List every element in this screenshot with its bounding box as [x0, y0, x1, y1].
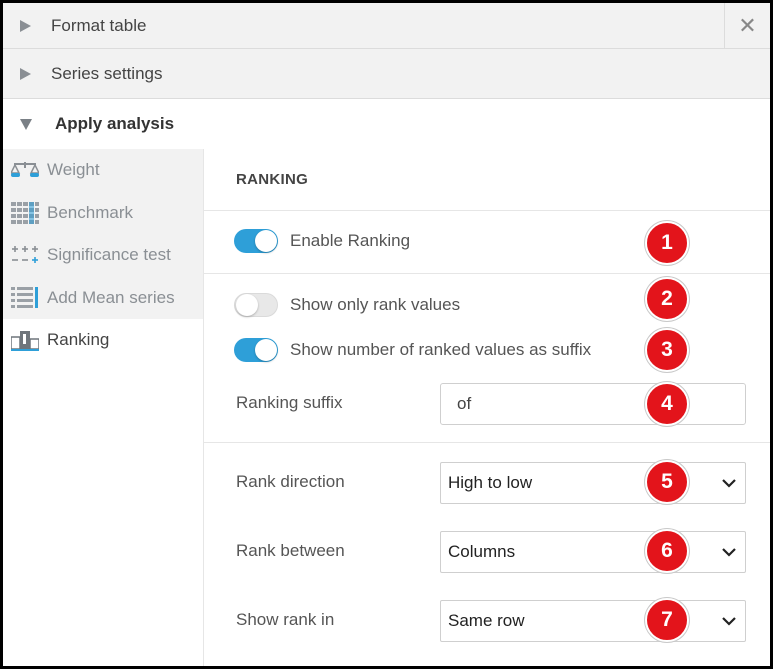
callout-badge-1: 1	[645, 221, 689, 265]
grid-table-icon	[11, 202, 39, 224]
show-number-suffix-label: Show number of ranked values as suffix	[290, 340, 592, 359]
section-title: RANKING	[236, 171, 309, 188]
callout-badge-6: 6	[645, 529, 689, 573]
sidebar-item-label: Benchmark	[47, 203, 133, 222]
rank-between-label: Rank between	[236, 541, 345, 560]
sidebar-empty-area	[3, 361, 203, 666]
callout-badge-3: 3	[645, 328, 689, 372]
collapse-arrow-icon	[20, 118, 32, 130]
sidebar-item-add-mean-series[interactable]: Add Mean series	[3, 277, 203, 319]
callout-badge-5: 5	[645, 460, 689, 504]
ranking-suffix-label: Ranking suffix	[236, 393, 343, 412]
divider	[204, 273, 770, 274]
sidebar-item-benchmark[interactable]: Benchmark	[3, 192, 203, 234]
divider	[204, 442, 770, 443]
podium-icon	[11, 329, 39, 351]
list-lines-icon	[11, 287, 39, 309]
accordion-series-settings[interactable]: Series settings	[3, 49, 770, 99]
chevron-down-icon	[722, 617, 736, 626]
plus-minus-grid-icon	[11, 244, 39, 266]
close-icon: ✕	[738, 13, 757, 38]
rank-between-value: Columns	[448, 542, 516, 561]
chevron-down-icon	[722, 479, 736, 488]
divider	[204, 210, 770, 211]
show-only-rank-values-label: Show only rank values	[290, 295, 461, 314]
sidebar-item-ranking[interactable]: Ranking	[3, 319, 203, 361]
show-only-rank-values-toggle[interactable]	[234, 293, 278, 317]
expand-arrow-icon	[20, 67, 31, 80]
expand-arrow-icon	[20, 19, 31, 32]
close-button[interactable]: ✕	[724, 3, 770, 49]
format-panel: Format table ✕ Series settings Apply ana…	[0, 0, 773, 669]
ranking-settings: RANKING Enable Ranking Show only rank va…	[203, 149, 770, 666]
callout-badge-4: 4	[645, 382, 689, 426]
accordion-apply-analysis-label: Apply analysis	[55, 114, 175, 133]
show-number-suffix-toggle[interactable]	[234, 338, 278, 362]
sidebar-item-label: Add Mean series	[47, 288, 175, 307]
scale-icon	[11, 159, 39, 181]
accordion-series-settings-label: Series settings	[51, 63, 163, 83]
show-rank-in-label: Show rank in	[236, 610, 335, 629]
show-rank-in-select[interactable]: Same row	[440, 600, 746, 642]
accordion-format-table-label: Format table	[51, 15, 147, 35]
callout-badge-2: 2	[645, 277, 689, 321]
callout-badge-7: 7	[645, 598, 689, 642]
accordion-format-table[interactable]: Format table ✕	[3, 3, 770, 49]
sidebar-item-label: Weight	[47, 160, 100, 179]
analysis-sidebar: Weight Benchmark Significance test Add M…	[3, 149, 203, 666]
accordion-apply-analysis[interactable]: Apply analysis	[3, 99, 770, 149]
ranking-suffix-input[interactable]	[440, 383, 746, 425]
sidebar-item-label: Significance test	[47, 245, 171, 264]
rank-direction-value: High to low	[448, 473, 533, 492]
sidebar-item-weight[interactable]: Weight	[3, 149, 203, 191]
enable-ranking-label: Enable Ranking	[290, 231, 411, 250]
sidebar-item-significance-test[interactable]: Significance test	[3, 234, 203, 276]
rank-direction-label: Rank direction	[236, 472, 345, 491]
rank-between-select[interactable]: Columns	[440, 531, 746, 573]
rank-direction-select[interactable]: High to low	[440, 462, 746, 504]
chevron-down-icon	[722, 548, 736, 557]
enable-ranking-toggle[interactable]	[234, 229, 278, 253]
show-rank-in-value: Same row	[448, 611, 525, 630]
sidebar-item-label: Ranking	[47, 330, 110, 349]
